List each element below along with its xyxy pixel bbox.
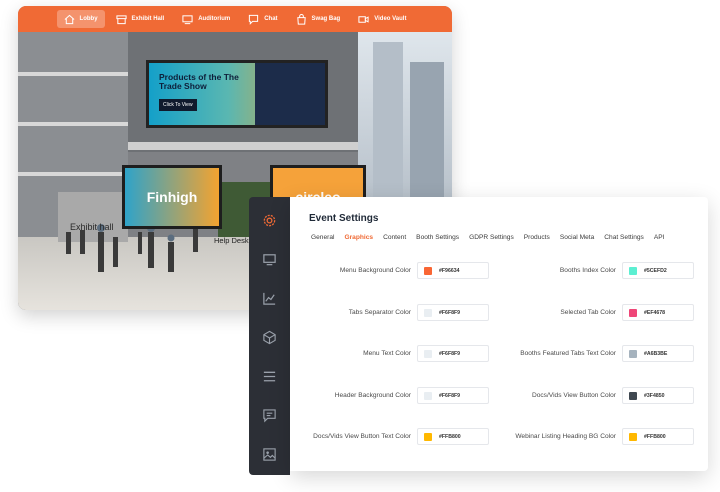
color-label: Menu Text Color <box>363 350 411 357</box>
nav-item-auditorium[interactable]: Auditorium <box>175 10 237 28</box>
bag-icon <box>296 13 306 25</box>
video-icon <box>358 15 369 23</box>
nav-item-video-vault[interactable]: Video Vault <box>351 10 413 28</box>
color-swatch[interactable] <box>629 391 637 400</box>
nav-label: Lobby <box>79 16 98 22</box>
tab-social-meta[interactable]: Social Meta <box>560 234 594 241</box>
message-icon <box>263 409 276 423</box>
help-desk-sign: Help Desk <box>214 236 249 245</box>
nav-item-exhibit-hall[interactable]: Exhibit Hall <box>109 10 172 28</box>
panel-title: Event Settings <box>309 213 379 224</box>
color-label: Tabs Separator Color <box>348 309 411 316</box>
color-label: Webinar Listing Heading BG Color <box>515 433 616 440</box>
settings-tabs: General Graphics Content Booth Settings … <box>311 234 665 241</box>
color-hex: #A6B3BE <box>644 350 668 357</box>
sponsor-name: Finhigh <box>146 189 198 205</box>
exhibit-hall-sign: Exhibit hall <box>70 222 114 232</box>
tab-content[interactable]: Content <box>383 234 406 241</box>
tab-chat-settings[interactable]: Chat Settings <box>604 234 644 241</box>
sidebar-item-content[interactable] <box>249 357 290 396</box>
banner-button[interactable]: Click To View <box>159 99 197 111</box>
color-label: Header Background Color <box>334 392 411 399</box>
banner-photo <box>255 63 325 125</box>
color-label: Docs/Vids View Button Color <box>531 392 616 399</box>
color-hex: #3F4850 <box>644 392 665 399</box>
sidebar-item-messages[interactable] <box>249 396 290 435</box>
lobby-nav-bar: Lobby Exhibit Hall Auditorium Chat Swag … <box>18 6 452 32</box>
banner-title: Products of the The Trade Show <box>159 72 239 91</box>
nav-label: Auditorium <box>198 16 231 22</box>
home-icon <box>64 14 74 24</box>
color-field-selected-tab[interactable]: #EF4678 <box>622 304 694 321</box>
color-label: Booths Index Color <box>559 267 616 274</box>
chart-icon <box>263 292 276 305</box>
nav-item-chat[interactable]: Chat <box>241 10 284 28</box>
nav-item-lobby[interactable]: Lobby <box>56 10 105 28</box>
sidebar-item-settings[interactable] <box>249 201 290 240</box>
color-swatch[interactable] <box>629 308 637 317</box>
nav-label: Exhibit Hall <box>131 16 165 22</box>
color-label: Booths Featured Tabs Text Color <box>520 350 616 357</box>
color-hex: #5CEFD2 <box>644 267 667 274</box>
cube-icon <box>263 330 276 345</box>
color-label: Menu Background Color <box>339 267 411 274</box>
gear-icon <box>263 214 276 227</box>
tab-gdpr-settings[interactable]: GDPR Settings <box>469 234 514 241</box>
color-hex: #FFB800 <box>644 433 666 440</box>
color-label: Selected Tab Color <box>560 309 616 316</box>
nav-label: Swag Bag <box>311 16 341 22</box>
tab-booth-settings[interactable]: Booth Settings <box>416 234 459 241</box>
nav-label: Chat <box>264 16 278 22</box>
sponsor-screen-left[interactable]: Finhigh <box>122 165 222 229</box>
promo-banner[interactable]: Products of the The Trade Show Click To … <box>146 60 328 128</box>
chat-icon <box>249 14 259 25</box>
monitor-icon <box>182 14 193 24</box>
tab-graphics[interactable]: Graphics <box>344 234 373 241</box>
list-icon <box>263 371 276 382</box>
event-settings-panel: Event Settings General Graphics Content … <box>290 197 708 471</box>
sidebar-item-media[interactable] <box>249 435 290 474</box>
color-swatch[interactable] <box>629 266 637 275</box>
nav-label: Video Vault <box>374 16 407 22</box>
store-icon <box>115 14 127 24</box>
tab-general[interactable]: General <box>311 234 334 241</box>
monitor-icon <box>263 254 276 266</box>
color-field-booths-index[interactable]: #5CEFD2 <box>622 262 694 279</box>
tab-api[interactable]: API <box>654 234 665 241</box>
nav-item-swag-bag[interactable]: Swag Bag <box>289 10 348 28</box>
color-hex: #EF4678 <box>644 309 666 316</box>
color-swatch[interactable] <box>629 349 637 358</box>
color-field-booths-featured-tabs-text[interactable]: #A6B3BE <box>622 345 694 362</box>
image-icon <box>263 448 276 461</box>
color-label: Docs/Vids View Button Text Color <box>313 433 411 440</box>
color-swatch[interactable] <box>629 432 637 441</box>
tab-products[interactable]: Products <box>524 234 550 241</box>
color-field-docs-vids-button[interactable]: #3F4850 <box>622 387 694 404</box>
color-field-webinar-heading-bg[interactable]: #FFB800 <box>622 428 694 445</box>
